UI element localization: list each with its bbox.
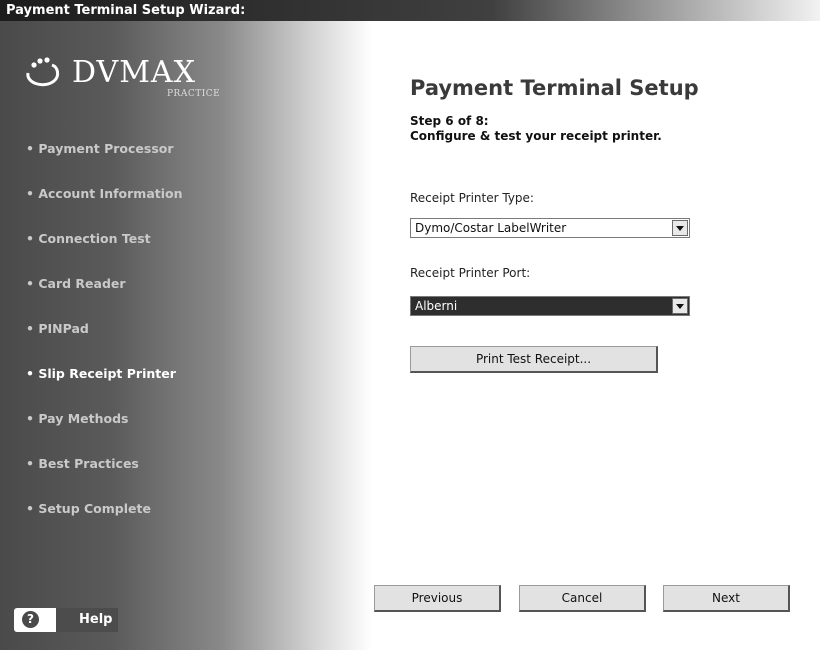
logo-text: DVMAX [72,55,196,90]
step-slip-receipt-printer: • Slip Receipt Printer [26,366,176,381]
logo-swirl-icon [26,57,60,87]
logo-subtext: PRACTICE [167,89,221,99]
wizard-window: Payment Terminal Setup Wizard: DVMAX PRA… [0,0,820,650]
wizard-steps-list: • Payment Processor • Account Informatio… [26,141,183,546]
step-best-practices: • Best Practices [26,456,139,471]
step-connection-test: • Connection Test [26,231,151,246]
window-title: Payment Terminal Setup Wizard: [6,3,246,18]
print-test-receipt-button[interactable]: Print Test Receipt... [410,346,658,373]
sidebar: DVMAX PRACTICE • Payment Processor • Acc… [0,21,372,650]
step-pinpad: • PINPad [26,321,89,336]
printer-type-select[interactable]: Dymo/Costar LabelWriter [410,218,690,238]
help-button[interactable]: ? Help [14,608,118,632]
printer-port-label: Receipt Printer Port: [410,266,531,280]
page-title: Payment Terminal Setup [410,76,699,100]
step-pay-methods: • Pay Methods [26,411,129,426]
step-card-reader: • Card Reader [26,276,126,291]
cancel-button[interactable]: Cancel [519,585,646,612]
previous-button[interactable]: Previous [374,585,501,612]
help-label[interactable]: Help [79,612,112,627]
title-bar: Payment Terminal Setup Wizard: [0,0,820,21]
next-button[interactable]: Next [663,585,790,612]
step-description: Configure & test your receipt printer. [410,129,662,143]
step-setup-complete: • Setup Complete [26,501,151,516]
step-number: Step 6 of 8: [410,114,489,128]
printer-port-value: Alberni [415,299,458,313]
printer-port-select[interactable]: Alberni [410,296,690,316]
step-account-information: • Account Information [26,186,183,201]
main-content: Payment Terminal Setup Step 6 of 8: Conf… [372,21,820,650]
printer-type-value: Dymo/Costar LabelWriter [415,221,567,235]
step-payment-processor: • Payment Processor [26,141,174,156]
help-question-icon[interactable]: ? [22,611,39,628]
chevron-down-icon[interactable] [672,220,688,236]
chevron-down-icon[interactable] [672,298,688,314]
printer-type-label: Receipt Printer Type: [410,191,534,205]
